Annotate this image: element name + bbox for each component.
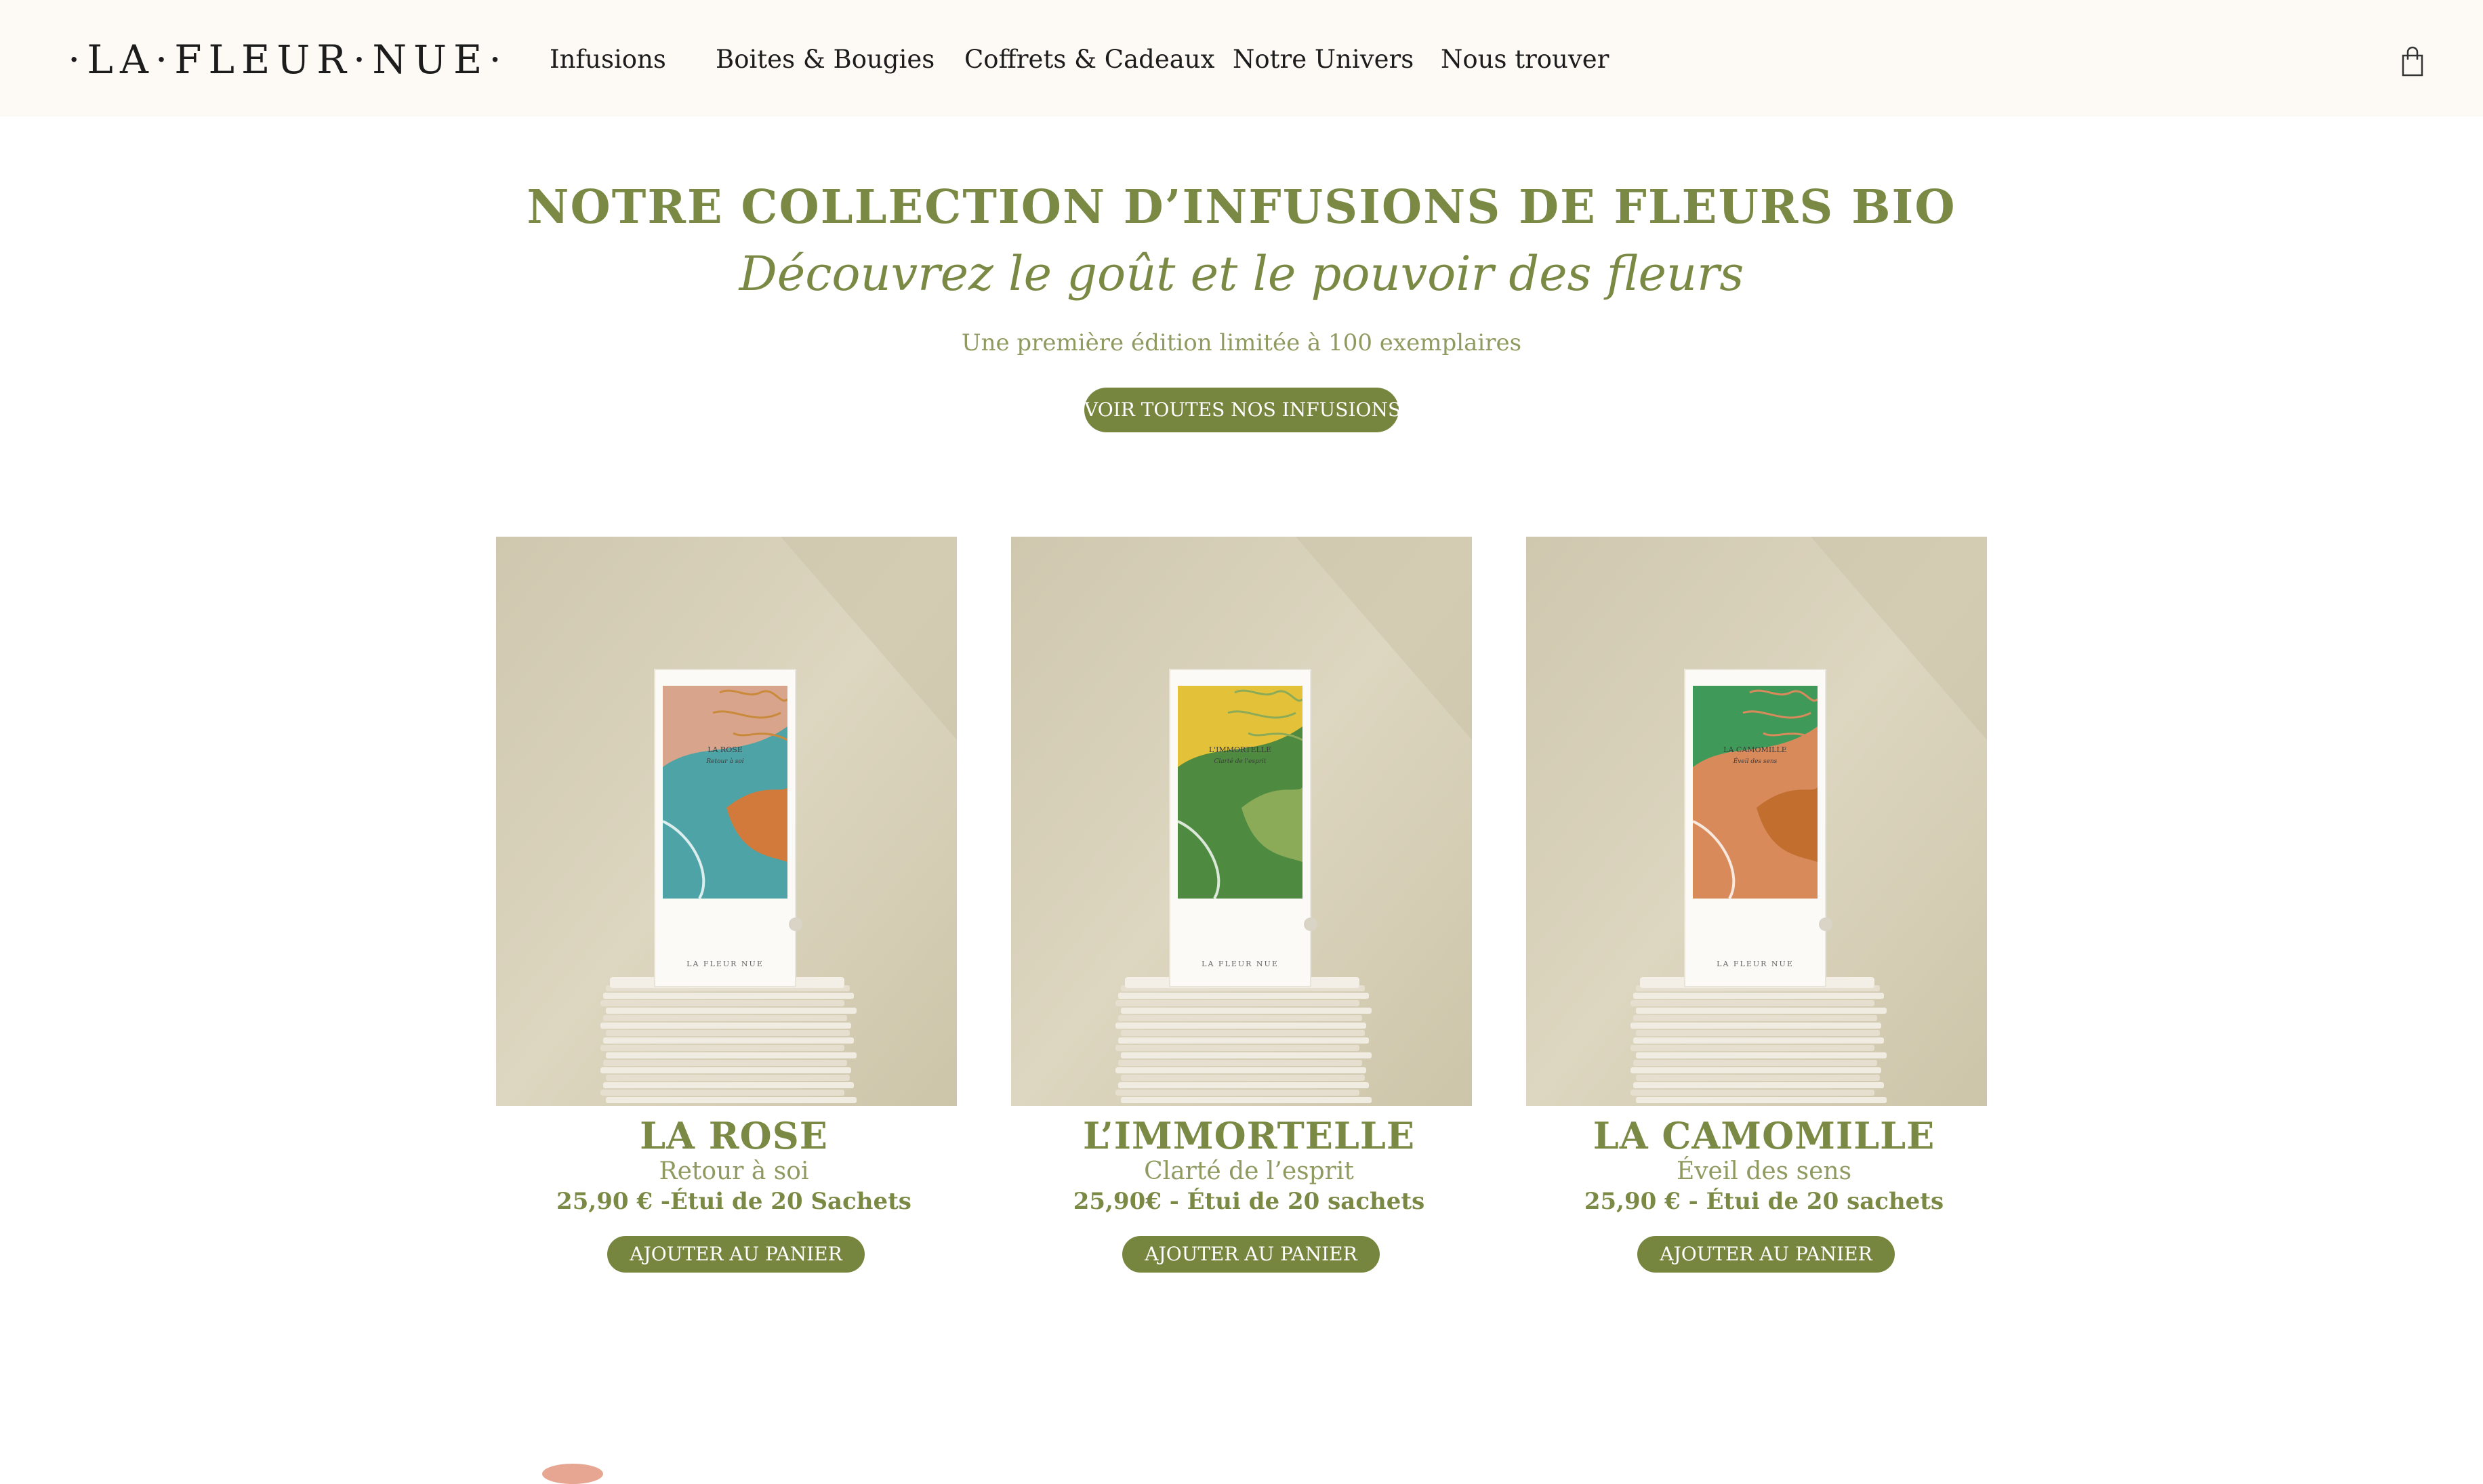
product-card-rose: LA ROSE Retour à soi LA FLEUR NUE LA ROS… [496,537,957,1282]
add-to-cart-button[interactable]: AJOUTER AU PANIER [1637,1236,1895,1273]
svg-text:L'IMMORTELLE: L'IMMORTELLE [1209,745,1271,754]
product-name[interactable]: L’IMMORTELLE [1011,1111,1487,1160]
page-subtitle: Découvrez le goût et le pouvoir des fleu… [739,246,1744,302]
nav-item-boites-bougies[interactable]: Boites & Bougies [716,41,935,79]
nav-item-coffrets-cadeaux[interactable]: Coffrets & Cadeaux [964,41,1214,79]
page-title: NOTRE COLLECTION D’INFUSIONS DE FLEURS B… [527,180,1956,234]
product-price: 25,90€ - Étui de 20 sachets [1073,1188,1425,1215]
product-price: 25,90 € -Étui de 20 Sachets [556,1188,911,1215]
decorative-petal [542,1464,603,1484]
edition-note: Une première édition limitée à 100 exemp… [961,329,1522,356]
product-name[interactable]: LA CAMOMILLE [1526,1111,2002,1160]
svg-text:Éveil des sens: Éveil des sens [1733,757,1778,765]
svg-text:LA CAMOMILLE: LA CAMOMILLE [1723,745,1787,754]
svg-text:LA FLEUR NUE: LA FLEUR NUE [686,960,764,968]
shopping-bag-icon[interactable] [2401,46,2424,77]
product-price: 25,90 € - Étui de 20 sachets [1584,1188,1944,1215]
product-tagline: Éveil des sens [1676,1157,1852,1185]
product-card-immortelle: L'IMMORTELLE Clarté de l'esprit LA FLEUR… [1011,537,1472,1282]
nav-item-nous-trouver[interactable]: Nous trouver [1441,41,1609,79]
product-photo[interactable]: L'IMMORTELLE Clarté de l'esprit LA FLEUR… [1011,537,1472,1106]
add-to-cart-button[interactable]: AJOUTER AU PANIER [1122,1236,1380,1273]
product-photo[interactable]: LA ROSE Retour à soi LA FLEUR NUE [496,537,957,1106]
product-name[interactable]: LA ROSE [496,1111,972,1160]
product-image: LA ROSE Retour à soi LA FLEUR NUE [496,537,957,1106]
product-image: LA CAMOMILLE Éveil des sens LA FLEUR NUE [1526,537,1987,1106]
product-tagline: Retour à soi [659,1157,809,1185]
brand-logo[interactable]: ·LA·FLEUR·NUE· [68,33,508,87]
svg-text:LA FLEUR NUE: LA FLEUR NUE [1717,960,1794,968]
svg-text:LA FLEUR NUE: LA FLEUR NUE [1202,960,1279,968]
product-card-camomille: LA CAMOMILLE Éveil des sens LA FLEUR NUE… [1526,537,1987,1282]
product-tagline: Clarté de l’esprit [1144,1157,1354,1185]
nav-item-infusions[interactable]: Infusions [550,41,666,79]
product-image: L'IMMORTELLE Clarté de l'esprit LA FLEUR… [1011,537,1472,1106]
view-all-infusions-button[interactable]: VOIR TOUTES NOS INFUSIONS [1084,388,1401,432]
add-to-cart-button[interactable]: AJOUTER AU PANIER [607,1236,865,1273]
svg-text:Retour à soi: Retour à soi [705,758,743,765]
svg-text:LA ROSE: LA ROSE [707,745,743,754]
site-header: ·LA·FLEUR·NUE· Infusions Boites & Bougie… [0,0,2483,117]
product-photo[interactable]: LA CAMOMILLE Éveil des sens LA FLEUR NUE [1526,537,1987,1106]
svg-text:Clarté de l'esprit: Clarté de l'esprit [1214,758,1266,765]
nav-item-notre-univers[interactable]: Notre Univers [1233,41,1414,79]
